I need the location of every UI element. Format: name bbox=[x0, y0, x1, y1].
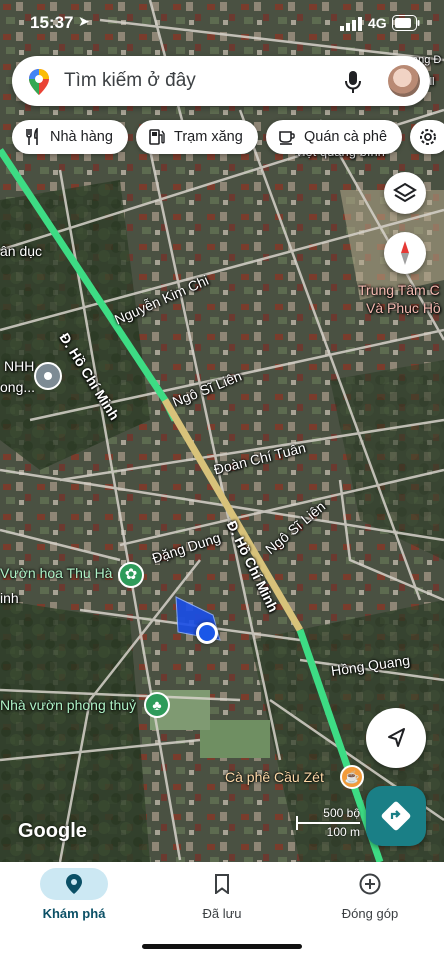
settings-icon bbox=[420, 129, 436, 145]
chip-label: Quán cà phê bbox=[304, 129, 388, 145]
battery-icon bbox=[392, 15, 420, 31]
network-type: 4G bbox=[368, 15, 387, 31]
tab-saved[interactable]: Đã lưu bbox=[152, 862, 292, 932]
my-location-button[interactable] bbox=[366, 708, 426, 768]
layers-button[interactable] bbox=[384, 172, 426, 214]
tab-label: Đã lưu bbox=[202, 906, 242, 921]
tab-label: Khám phá bbox=[42, 906, 106, 921]
navigation-arrow-icon bbox=[388, 728, 405, 747]
location-arrow-icon: ➤ bbox=[78, 13, 90, 29]
status-bar: 15:37 ➤ 4G bbox=[0, 0, 444, 46]
chip-more[interactable] bbox=[410, 120, 444, 154]
explore-pin-icon bbox=[66, 874, 82, 894]
gas-station-icon bbox=[149, 129, 165, 145]
layers-icon bbox=[393, 182, 417, 203]
place-label: NHH bbox=[4, 358, 35, 374]
chip-restaurants[interactable]: Nhà hàng bbox=[12, 120, 128, 154]
search-bar[interactable]: Tìm kiếm ở đây bbox=[12, 56, 430, 106]
place-label: inh bbox=[0, 590, 19, 606]
place-label: ong... bbox=[0, 379, 36, 395]
place-label: Trung Tâm C bbox=[358, 282, 440, 298]
compass-icon bbox=[401, 241, 409, 265]
bottom-navigation: Khám phá Đã lưu Đóng góp bbox=[0, 862, 444, 960]
poi-label: Nhà vườn phong thuỷ bbox=[0, 697, 137, 713]
tab-contribute[interactable]: Đóng góp bbox=[300, 862, 440, 932]
compass-button[interactable] bbox=[384, 232, 426, 274]
scale-top-label: 500 bộ bbox=[323, 806, 360, 820]
scale-bar: 500 bộ 100 m bbox=[296, 806, 360, 839]
restaurant-icon bbox=[26, 128, 38, 145]
avatar[interactable] bbox=[388, 65, 420, 97]
coffee-icon bbox=[279, 131, 295, 145]
google-logo: Google bbox=[18, 820, 87, 842]
place-pin-icon[interactable] bbox=[34, 362, 62, 390]
coffee-poi-icon[interactable]: ☕ bbox=[340, 765, 364, 789]
tab-explore[interactable]: Khám phá bbox=[4, 862, 144, 932]
chip-gas-stations[interactable]: Trạm xăng bbox=[136, 120, 258, 154]
flower-poi-icon[interactable]: ✿ bbox=[118, 562, 144, 588]
microphone-icon[interactable] bbox=[344, 70, 362, 94]
maps-pin-icon bbox=[29, 69, 49, 95]
chip-coffee[interactable]: Quán cà phê bbox=[266, 120, 402, 154]
home-indicator bbox=[142, 944, 302, 949]
poi-label: Vườn hoa Thu Hà bbox=[0, 565, 113, 581]
chip-label: Nhà hàng bbox=[50, 129, 113, 145]
chip-label: Trạm xăng bbox=[174, 129, 243, 145]
search-placeholder: Tìm kiếm ở đây bbox=[64, 70, 196, 91]
poi-label: Cà phê Cầu Zét bbox=[225, 769, 324, 785]
directions-icon bbox=[381, 801, 411, 831]
current-location-dot bbox=[196, 622, 218, 644]
tree-poi-icon[interactable]: ♣ bbox=[144, 692, 170, 718]
directions-button[interactable] bbox=[366, 786, 426, 846]
place-label: Và Phục Hồ bbox=[366, 300, 441, 316]
add-circle-icon bbox=[359, 873, 381, 895]
place-label: ân dục bbox=[0, 243, 43, 259]
scale-bottom-label: 100 m bbox=[326, 825, 360, 839]
bookmark-icon bbox=[215, 874, 229, 894]
tab-label: Đóng góp bbox=[341, 906, 399, 921]
clock: 15:37 bbox=[30, 13, 74, 32]
signal-icon bbox=[340, 17, 362, 31]
